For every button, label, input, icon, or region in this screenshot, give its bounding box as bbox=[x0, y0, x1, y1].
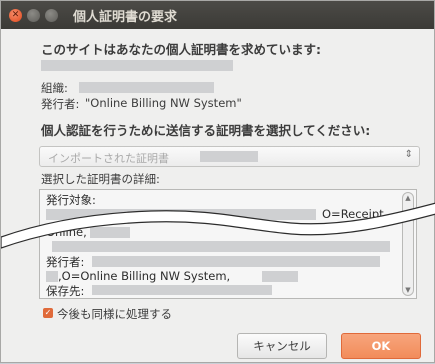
tear-wave bbox=[1, 202, 435, 249]
tear-overlay bbox=[1, 202, 435, 249]
certificate-request-dialog: ✕ 個人証明書の要求 このサイトはあなたの個人証明書を求めています: 組織: 発… bbox=[0, 0, 435, 363]
